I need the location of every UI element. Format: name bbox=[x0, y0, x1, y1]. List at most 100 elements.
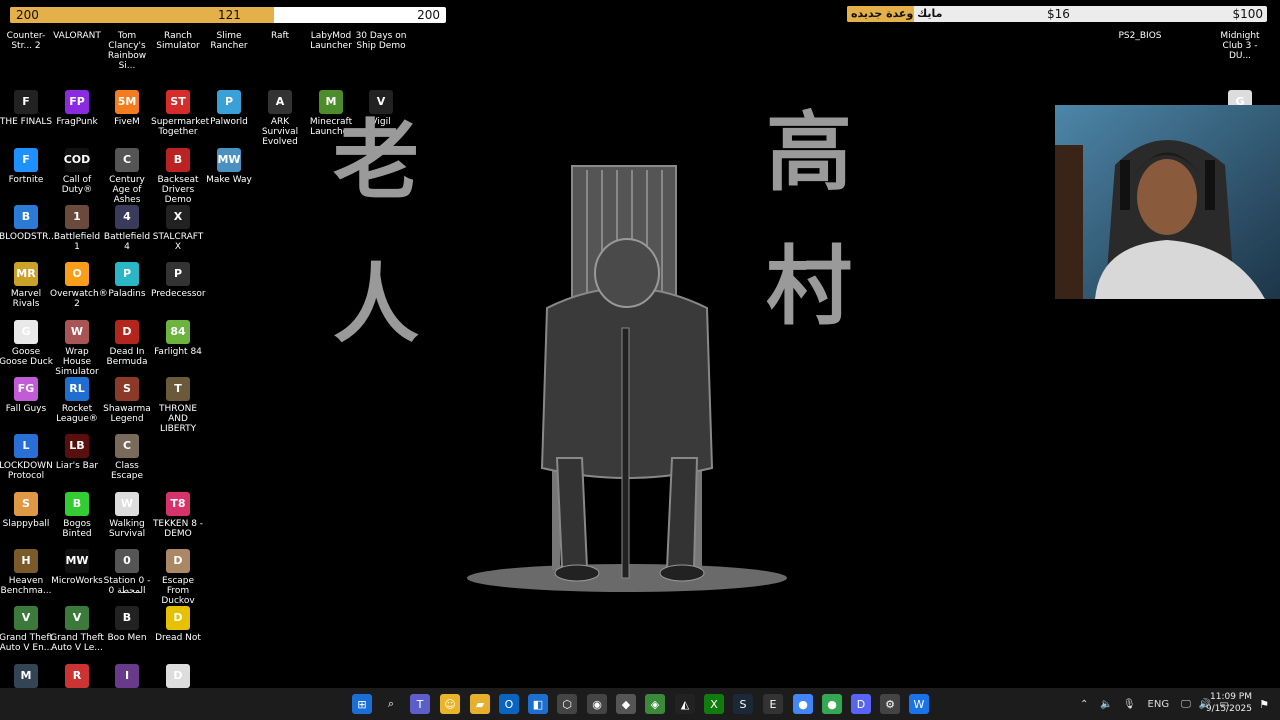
taskbar-store-icon[interactable]: ◧ bbox=[528, 694, 548, 714]
predecessor-icon: P bbox=[166, 262, 190, 286]
desktop-icon-stalcraft[interactable]: X STALCRAFT X bbox=[151, 205, 205, 252]
wrap-house-icon: W bbox=[65, 320, 89, 344]
desktop-icon-class-escape[interactable]: C Class Escape bbox=[100, 434, 154, 481]
desktop-icon-30-days[interactable]: 3030 Days on Ship Demo bbox=[354, 31, 408, 51]
taskbar-explorer-icon[interactable]: ▰ bbox=[470, 694, 490, 714]
donation-goal-label: مايك وعدة جديده bbox=[851, 7, 943, 20]
backseat-icon: B bbox=[166, 148, 190, 172]
desktop-icon-gta-le[interactable]: V Grand Theft Auto V Le... bbox=[50, 606, 104, 653]
desktop-icon-boo-men[interactable]: B Boo Men bbox=[100, 606, 154, 643]
taskbar-discord-icon[interactable]: D bbox=[851, 694, 871, 714]
bf4-icon: 4 bbox=[115, 205, 139, 229]
desktop-icon-ps2-bios[interactable]: PPS2_BIOS bbox=[1113, 31, 1167, 41]
desktop-icon-ark[interactable]: A ARK Survival Evolved bbox=[253, 90, 307, 147]
desktop-icon-midnight-club[interactable]: MCMidnight Club 3 - DU... bbox=[1213, 31, 1267, 61]
desktop-icon-rainbow-six[interactable]: R6Tom Clancy's Rainbow Si... bbox=[100, 31, 154, 71]
gta-en-icon: V bbox=[14, 606, 38, 630]
desktop-icon-label: Walking Survival bbox=[108, 519, 146, 539]
desktop-icon-label: Slime Rancher bbox=[210, 31, 248, 51]
taskbar-app2-icon[interactable]: ◉ bbox=[587, 694, 607, 714]
chevron-up-icon[interactable]: ⌃ bbox=[1080, 699, 1088, 710]
desktop-icon-paladins[interactable]: P Paladins bbox=[100, 262, 154, 299]
desktop-icon-farlight[interactable]: 84 Farlight 84 bbox=[151, 320, 205, 357]
desktop-icon-fivem[interactable]: 5M FiveM bbox=[100, 90, 154, 127]
desktop-icon-supermarket[interactable]: ST Supermarket Together bbox=[151, 90, 209, 137]
desktop-icon-the-finals[interactable]: F THE FINALS bbox=[0, 90, 53, 127]
taskbar-epic-icon[interactable]: E bbox=[763, 694, 783, 714]
desktop-icon-bogos[interactable]: B Bogos Binted bbox=[50, 492, 104, 539]
taskbar-xbox-icon[interactable]: X bbox=[704, 694, 724, 714]
boo-men-icon: B bbox=[115, 606, 139, 630]
taskbar-app1-icon[interactable]: ⬡ bbox=[557, 694, 577, 714]
desktop-icon-marvel[interactable]: MR Marvel Rivals bbox=[0, 262, 53, 309]
desktop-icon-palworld[interactable]: P Palworld bbox=[202, 90, 256, 127]
taskbar-start-icon[interactable]: ⊞ bbox=[352, 694, 372, 714]
desktop-icon-counter-strike[interactable]: CSCounter-Str... 2 bbox=[0, 31, 53, 51]
desktop-icon-label: Backseat Drivers Demo bbox=[157, 175, 199, 205]
bf1-icon: 1 bbox=[65, 205, 89, 229]
desktop-icon-lockdown[interactable]: L LOCKDOWN Protocol bbox=[0, 434, 53, 481]
taskbar-app3-icon[interactable]: ◆ bbox=[616, 694, 636, 714]
desktop-icon-bf4[interactable]: 4 Battlefield 4 bbox=[100, 205, 154, 252]
desktop-icon-predecessor[interactable]: P Predecessor bbox=[151, 262, 206, 299]
taskbar-chrome1-icon[interactable]: ● bbox=[793, 694, 813, 714]
notification-icon[interactable]: ⚑ bbox=[1254, 694, 1274, 714]
taskbar-settings-icon[interactable]: ⚙ bbox=[880, 694, 900, 714]
desktop-icon-dead-bermuda[interactable]: D Dead In Bermuda bbox=[100, 320, 154, 367]
desktop-icon-station0[interactable]: 0 Station 0 - المحطة 0 bbox=[100, 549, 154, 596]
desktop-icon-throne[interactable]: T THRONE AND LIBERTY bbox=[151, 377, 205, 434]
desktop-icon-backseat[interactable]: B Backseat Drivers Demo bbox=[151, 148, 205, 205]
desktop-icon-label: Class Escape bbox=[110, 461, 144, 481]
desktop-icon-shawarma[interactable]: S Shawarma Legend bbox=[100, 377, 154, 424]
taskbar-app5-icon[interactable]: ◭ bbox=[675, 694, 695, 714]
goal-current-value: 121 bbox=[218, 8, 241, 22]
desktop-icon-label: FragPunk bbox=[56, 117, 98, 127]
desktop-icon-liars-bar[interactable]: LB Liar's Bar bbox=[50, 434, 104, 471]
repo-icon: R bbox=[65, 664, 89, 688]
desktop-icon-labymod[interactable]: LLabyMod Launcher bbox=[304, 31, 358, 51]
clock[interactable]: 11:09 PM 9/15/2025 bbox=[1206, 691, 1252, 715]
microphone-icon[interactable]: 🎙 bbox=[1123, 699, 1136, 710]
desktop-icon-century[interactable]: C Century Age of Ashes bbox=[100, 148, 154, 205]
desktop-icon-cod[interactable]: COD Call of Duty® bbox=[50, 148, 104, 195]
desktop-icon-fall-guys[interactable]: FG Fall Guys bbox=[0, 377, 53, 414]
desktop-icon-bloodstrike[interactable]: B BLOODSTR... bbox=[0, 205, 57, 242]
taskbar-search-icon[interactable]: ⌕ bbox=[381, 694, 401, 714]
fragpunk-icon: FP bbox=[65, 90, 89, 114]
liars-bar-icon: LB bbox=[65, 434, 89, 458]
desktop-icon-slappyball[interactable]: S Slappyball bbox=[0, 492, 53, 529]
desktop-icon-overwatch[interactable]: O Overwatch® 2 bbox=[50, 262, 108, 309]
desktop-icon-fortnite[interactable]: F Fortnite bbox=[0, 148, 53, 185]
network-icon[interactable]: 🖵 bbox=[1181, 699, 1191, 710]
taskbar-app4-icon[interactable]: ◈ bbox=[645, 694, 665, 714]
desktop-icon-goose[interactable]: G Goose Goose Duck bbox=[0, 320, 53, 367]
taskbar-outlook-icon[interactable]: O bbox=[499, 694, 519, 714]
desktop-icon-walking[interactable]: W Walking Survival bbox=[100, 492, 154, 539]
desktop-icon-wrap-house[interactable]: W Wrap House Simulator bbox=[50, 320, 104, 377]
desktop-icon-dread-not[interactable]: D Dread Not bbox=[151, 606, 205, 643]
taskbar-teams-icon[interactable]: T bbox=[410, 694, 430, 714]
desktop-icon-rocket-league[interactable]: RL Rocket League® bbox=[50, 377, 104, 424]
desktop-icon-bf1[interactable]: 1 Battlefield 1 bbox=[50, 205, 104, 252]
desktop-icon-label: FiveM bbox=[114, 117, 140, 127]
language-indicator[interactable]: ENG bbox=[1148, 699, 1170, 710]
taskbar-steam-icon[interactable]: S bbox=[733, 694, 753, 714]
desktop-icon-fragpunk[interactable]: FP FragPunk bbox=[50, 90, 104, 127]
desktop-icon-ranch-simulator[interactable]: RRanch Simulator bbox=[151, 31, 205, 51]
desktop-icon-heaven[interactable]: H Heaven Benchma... bbox=[0, 549, 53, 596]
taskbar-app6-icon[interactable]: W bbox=[909, 694, 929, 714]
desktop-icon-valorant[interactable]: VVALORANT bbox=[50, 31, 104, 41]
station0-icon: 0 bbox=[115, 549, 139, 573]
taskbar-emoji-icon[interactable]: ☺ bbox=[440, 694, 460, 714]
goal-start-value: 200 bbox=[16, 8, 39, 22]
desktop-icon-label: Midnight Club 3 - DU... bbox=[1220, 31, 1260, 61]
volume-icon[interactable]: 🔈 bbox=[1100, 699, 1112, 710]
desktop-icon-slime-rancher[interactable]: SSlime Rancher bbox=[202, 31, 256, 51]
desktop-icon-tekken[interactable]: T8 TEKKEN 8 - DEMO bbox=[151, 492, 205, 539]
desktop-icon-label: Dead In Bermuda bbox=[106, 347, 148, 367]
desktop-icon-microworks[interactable]: MW MicroWorks bbox=[50, 549, 104, 586]
desktop-icon-raft[interactable]: RRaft bbox=[253, 31, 307, 41]
desktop-icon-make-way[interactable]: MW Make Way bbox=[202, 148, 256, 185]
desktop-icon-gta-en[interactable]: V Grand Theft Auto V En... bbox=[0, 606, 53, 653]
taskbar-chrome2-icon[interactable]: ● bbox=[822, 694, 842, 714]
